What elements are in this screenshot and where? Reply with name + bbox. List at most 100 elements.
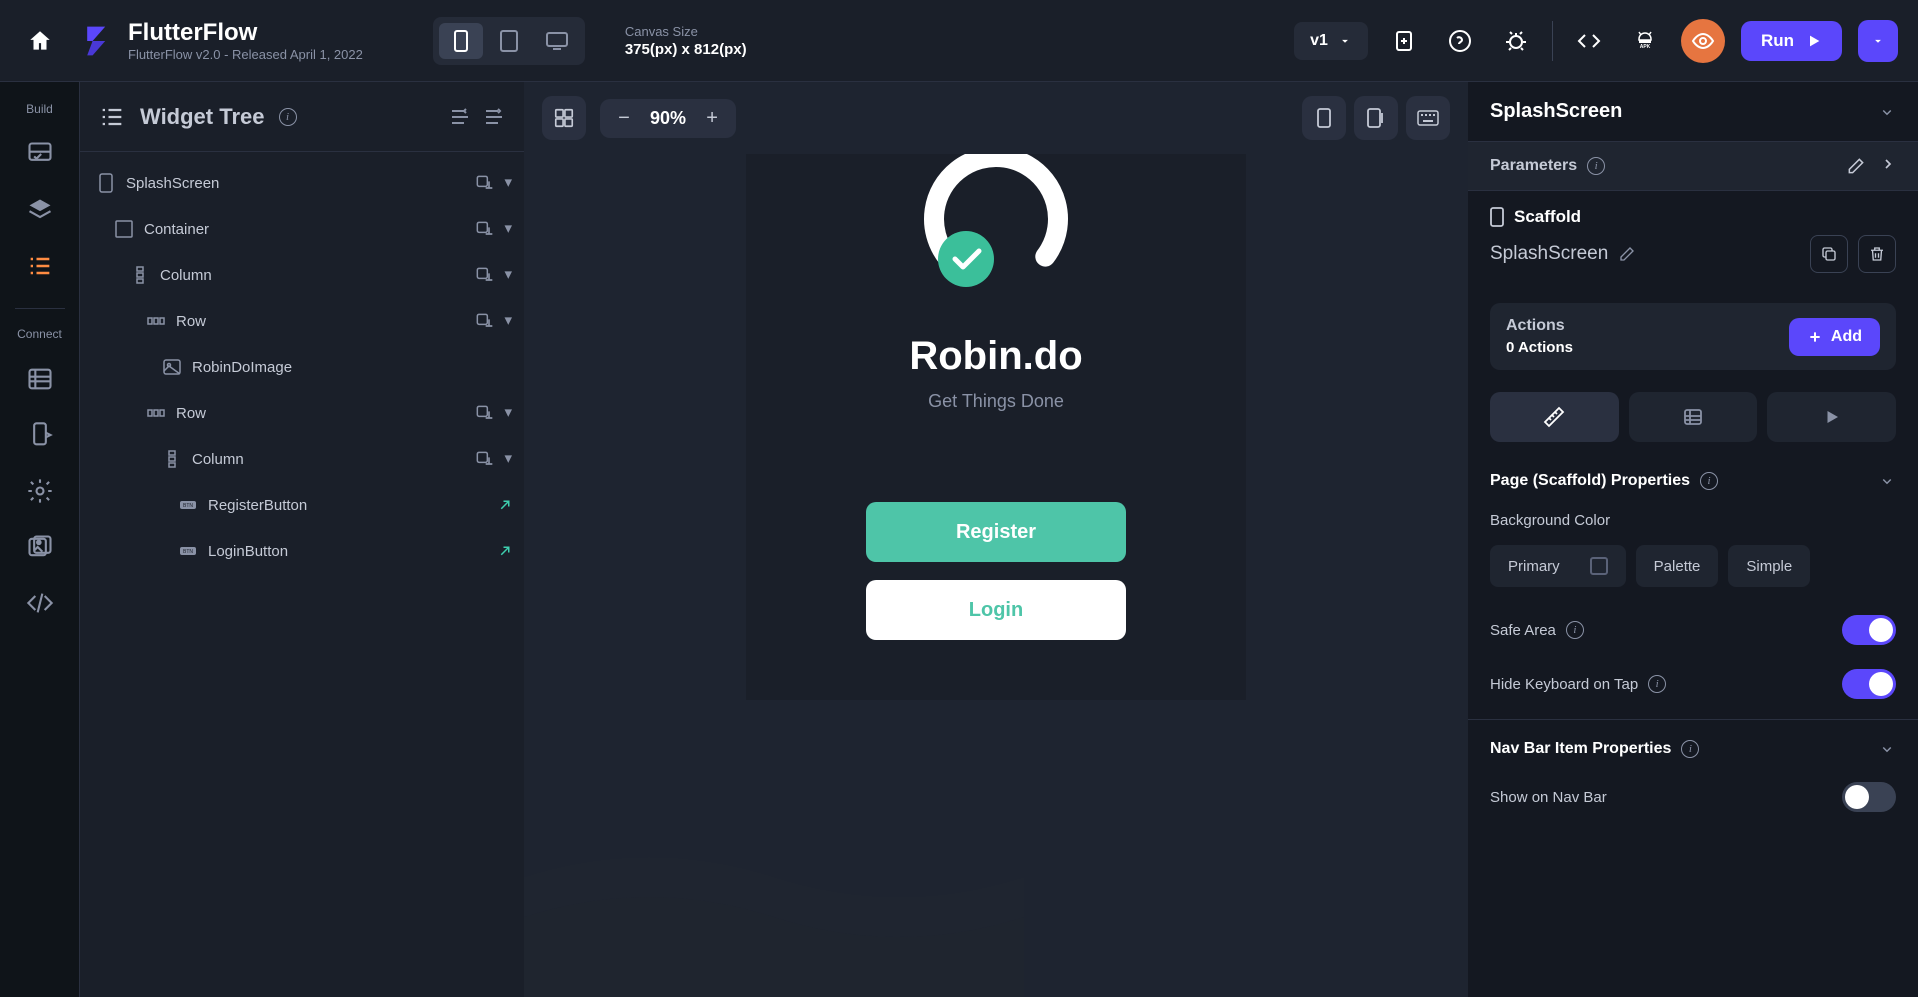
rail-widgets-button[interactable] <box>16 130 64 178</box>
tree-chevron[interactable]: ▾ <box>502 217 514 241</box>
tree-panel-title: Widget Tree <box>140 104 265 130</box>
safe-area-toggle[interactable] <box>1842 615 1896 645</box>
database-icon <box>26 365 54 393</box>
tree-chevron[interactable]: ▾ <box>502 309 514 333</box>
device-tablet-button[interactable] <box>487 23 531 59</box>
tree-item-row[interactable]: Row ▾ <box>80 298 524 344</box>
home-button[interactable] <box>20 21 60 61</box>
add-action-button[interactable]: Add <box>1789 318 1880 356</box>
tree-chevron[interactable]: ▾ <box>502 401 514 425</box>
device-preview-phone[interactable] <box>1302 96 1346 140</box>
safe-area-label: Safe Area <box>1490 622 1556 639</box>
svg-text:APK: APK <box>1640 44 1651 50</box>
info-icon[interactable]: i <box>1700 472 1718 490</box>
chevron-down-icon <box>1871 34 1885 48</box>
info-icon[interactable]: i <box>1648 675 1666 693</box>
tree-item-image[interactable]: RobinDoImage <box>80 344 524 390</box>
palette-button[interactable]: Palette <box>1636 545 1719 587</box>
rail-database-button[interactable] <box>16 355 64 403</box>
chevron-right-icon[interactable] <box>1880 156 1896 172</box>
debug-button[interactable] <box>1496 21 1536 61</box>
help-button[interactable] <box>1440 21 1480 61</box>
chevron-down-icon[interactable] <box>1878 472 1896 490</box>
multi-select-button[interactable] <box>542 96 586 140</box>
info-icon[interactable]: i <box>1681 740 1699 758</box>
plus-icon <box>1807 329 1823 345</box>
device-phone-button[interactable] <box>439 23 483 59</box>
expand-icon[interactable] <box>482 105 506 129</box>
tree-item-column[interactable]: Column ▾ <box>80 252 524 298</box>
tab-style[interactable] <box>1490 392 1619 442</box>
pencil-icon[interactable] <box>1846 156 1866 176</box>
tree-item-register-button[interactable]: BTN RegisterButton <box>80 482 524 528</box>
rail-tree-button[interactable] <box>16 242 64 290</box>
bg-color-label: Background Color <box>1490 512 1610 529</box>
add-child-button[interactable] <box>472 309 496 333</box>
robin-logo <box>911 154 1081 304</box>
device-selector <box>433 17 585 65</box>
pencil-icon[interactable] <box>1618 245 1636 263</box>
rail-api-button[interactable] <box>16 411 64 459</box>
canvas-login-button[interactable]: Login <box>866 580 1126 640</box>
rail-build-label: Build <box>26 102 53 116</box>
layers-icon <box>26 196 54 224</box>
square-icon <box>112 220 136 238</box>
add-child-button[interactable] <box>472 171 496 195</box>
tree-item-container[interactable]: Container ▾ <box>80 206 524 252</box>
tree-item-column-2[interactable]: Column ▾ <box>80 436 524 482</box>
info-icon[interactable]: i <box>1587 157 1605 175</box>
rail-code-button[interactable] <box>16 579 64 627</box>
tree-label: Column <box>160 267 472 284</box>
zoom-control: − 90% + <box>600 99 736 138</box>
version-label: v1 <box>1310 32 1328 50</box>
tree-item-row-2[interactable]: Row ▾ <box>80 390 524 436</box>
device-desktop-button[interactable] <box>535 23 579 59</box>
tree-item-splashscreen[interactable]: SplashScreen ▾ <box>80 160 524 206</box>
tree-chevron[interactable]: ▾ <box>502 171 514 195</box>
simple-button[interactable]: Simple <box>1728 545 1810 587</box>
play-icon <box>1823 408 1841 426</box>
canvas-phone-frame[interactable]: Robin.do Get Things Done Register Login <box>746 154 1246 700</box>
zoom-in-button[interactable]: + <box>702 107 722 130</box>
add-child-button[interactable] <box>472 217 496 241</box>
tab-data[interactable] <box>1629 392 1758 442</box>
tab-animation[interactable] <box>1767 392 1896 442</box>
hide-keyboard-label: Hide Keyboard on Tap <box>1490 676 1638 693</box>
select-icon <box>553 107 575 129</box>
apk-button[interactable]: APK <box>1625 21 1665 61</box>
preview-button[interactable] <box>1681 19 1725 63</box>
delete-button[interactable] <box>1858 235 1896 273</box>
device-preview-tablet[interactable] <box>1354 96 1398 140</box>
run-button[interactable]: Run <box>1741 21 1842 61</box>
add-page-button[interactable] <box>1384 21 1424 61</box>
canvas-register-button[interactable]: Register <box>866 502 1126 562</box>
keyboard-button[interactable] <box>1406 96 1450 140</box>
media-icon <box>26 533 54 561</box>
add-child-button[interactable] <box>472 447 496 471</box>
rail-settings-button[interactable] <box>16 467 64 515</box>
tree-label: RegisterButton <box>208 497 490 514</box>
chevron-down-icon[interactable] <box>1878 740 1896 758</box>
tree-chevron[interactable]: ▾ <box>502 263 514 287</box>
tree-item-login-button[interactable]: BTN LoginButton <box>80 528 524 574</box>
info-icon[interactable]: i <box>279 108 297 126</box>
version-dropdown[interactable]: v1 <box>1294 22 1368 60</box>
run-dropdown-button[interactable] <box>1858 20 1898 62</box>
tree-chevron[interactable]: ▾ <box>502 447 514 471</box>
rail-media-button[interactable] <box>16 523 64 571</box>
code-button[interactable] <box>1569 21 1609 61</box>
copy-button[interactable] <box>1810 235 1848 273</box>
zoom-out-button[interactable]: − <box>614 107 634 130</box>
add-child-button[interactable] <box>472 401 496 425</box>
show-nav-toggle[interactable] <box>1842 782 1896 812</box>
tree-label: Container <box>144 221 472 238</box>
chevron-down-icon[interactable] <box>1878 103 1896 121</box>
add-child-button[interactable] <box>472 263 496 287</box>
info-icon[interactable]: i <box>1566 621 1584 639</box>
logo-area: FlutterFlow FlutterFlow v2.0 - Released … <box>80 19 363 62</box>
rail-layers-button[interactable] <box>16 186 64 234</box>
hide-keyboard-toggle[interactable] <box>1842 669 1896 699</box>
scaffold-name: SplashScreen <box>1490 243 1608 265</box>
bg-color-value[interactable]: Primary <box>1490 545 1626 587</box>
phone-icon <box>1317 108 1331 128</box>
